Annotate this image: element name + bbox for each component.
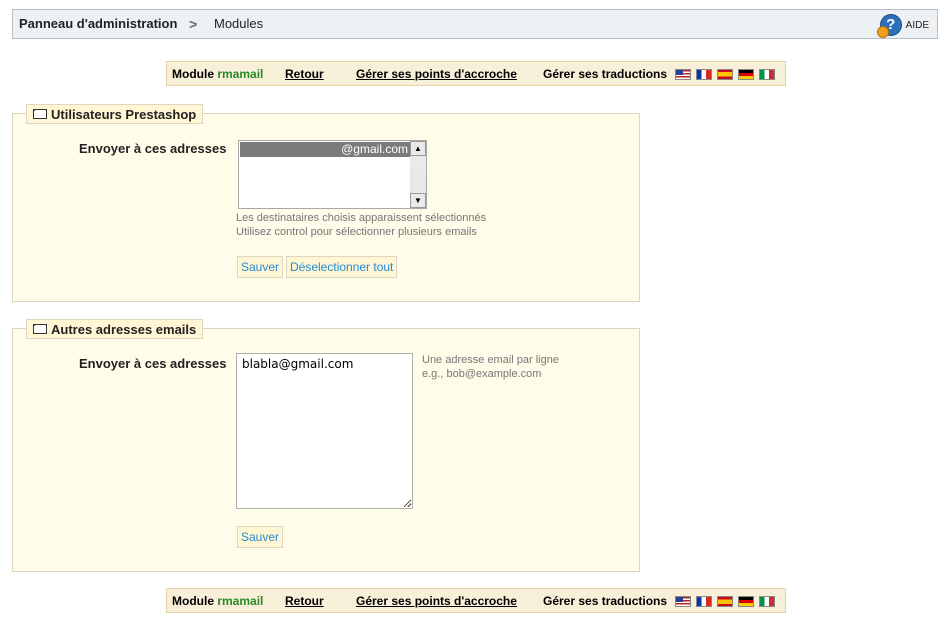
flag-de-icon[interactable] [738,596,754,607]
module-toolbar-top: Module rmamail Retour Gérer ses points d… [166,61,786,86]
help-icon: ? [876,14,902,38]
other-emails-textarea[interactable]: blabla@gmail.com [236,353,413,509]
scroll-up-icon[interactable]: ▲ [410,141,426,156]
other-emails-legend: Autres adresses emails [26,319,204,339]
other-emails-hint: Une adresse email par ligne e.g., bob@ex… [422,353,559,381]
help-label: AIDE [905,19,929,31]
recipients-label: Envoyer à ces adresses [79,141,227,156]
module-name: rmamail [217,67,264,81]
module-name: rmamail [217,594,264,608]
module-prefix: Module [172,594,214,608]
scroll-down-icon[interactable]: ▼ [410,193,426,208]
envelope-icon [33,109,47,119]
recipients-hint-line1: Les destinataires choisis apparaissent s… [236,212,487,224]
deselect-all-button[interactable]: Déselectionner tout [286,256,398,278]
breadcrumb-home[interactable]: Panneau d'administration [19,16,177,31]
breadcrumb-current: Modules [214,16,264,31]
flag-fr-icon[interactable] [696,596,712,607]
prestashop-users-legend-text: Utilisateurs Prestashop [51,106,197,122]
translations-label: Gérer ses traductions [543,67,668,81]
resize-grip-icon[interactable] [404,500,411,507]
language-flags [675,596,775,607]
selected-option[interactable]: @gmail.com [240,142,410,157]
language-flags [675,69,775,80]
module-title: Module rmamail [172,594,263,608]
other-recipients-label: Envoyer à ces adresses [79,356,227,371]
flag-it-icon[interactable] [759,69,775,80]
manage-hooks-link[interactable]: Gérer ses points d'accroche [356,67,517,81]
recipients-hint: Les destinataires choisis apparaissent s… [236,211,486,239]
manage-hooks-link[interactable]: Gérer ses points d'accroche [356,594,517,608]
save-users-button[interactable]: Sauver [237,256,284,278]
back-link[interactable]: Retour [285,67,324,81]
back-link[interactable]: Retour [285,594,324,608]
recipients-multiselect[interactable]: @gmail.com ▲ ▼ [238,140,427,209]
other-emails-hint-line2: e.g., bob@example.com [422,368,542,380]
flag-en-icon[interactable] [675,596,691,607]
flag-de-icon[interactable] [738,69,754,80]
other-emails-fieldset: Autres adresses emails Envoyer à ces adr… [12,319,640,572]
help-button[interactable]: ? AIDE [876,13,929,38]
flag-en-icon[interactable] [675,69,691,80]
envelope-icon [33,324,47,334]
other-emails-value: blabla@gmail.com [242,357,354,371]
translations-label: Gérer ses traductions [543,594,668,608]
breadcrumb-bar: Panneau d'administration > Modules ? AID… [12,9,938,39]
recipients-hint-line2: Utilisez control pour sélectionner plusi… [236,226,477,238]
module-title: Module rmamail [172,67,263,81]
other-emails-hint-line1: Une adresse email par ligne [422,354,559,366]
flag-fr-icon[interactable] [696,69,712,80]
module-toolbar-bottom: Module rmamail Retour Gérer ses points d… [166,588,786,613]
prestashop-users-legend: Utilisateurs Prestashop [26,104,204,124]
save-emails-button[interactable]: Sauver [237,526,284,548]
breadcrumb-separator-icon: > [189,16,198,32]
multiselect-scrollbar[interactable]: ▲ ▼ [410,141,426,208]
flag-es-icon[interactable] [717,596,733,607]
module-prefix: Module [172,67,214,81]
flag-es-icon[interactable] [717,69,733,80]
other-emails-legend-text: Autres adresses emails [51,321,197,337]
flag-it-icon[interactable] [759,596,775,607]
prestashop-users-fieldset: Utilisateurs Prestashop Envoyer à ces ad… [12,104,640,302]
